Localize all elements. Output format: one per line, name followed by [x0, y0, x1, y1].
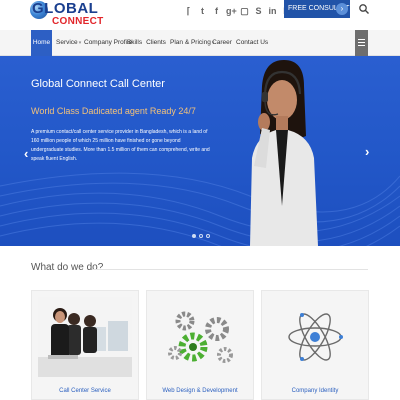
slider-prev-icon[interactable]: ‹: [24, 146, 28, 161]
gears-image: [153, 297, 247, 377]
hero-slider: Global Connect Call Center World Class D…: [0, 56, 400, 246]
google-plus-icon[interactable]: g+: [226, 5, 237, 18]
atom-image: [268, 297, 362, 377]
hero-description: A premium contact/call center service pr…: [31, 129, 210, 162]
logo-global-text: GLOBAL: [32, 0, 99, 17]
search-icon[interactable]: [358, 3, 370, 15]
chevron-down-icon: ▾: [78, 40, 82, 46]
facebook-icon[interactable]: f: [212, 5, 221, 18]
twitter-icon[interactable]: t: [198, 5, 207, 18]
arrow-right-icon: ›: [336, 3, 348, 15]
page: GLOBAL CONNECT ⌈ t f g+ ▢ S in B FREE CO…: [0, 0, 400, 400]
slider-dot[interactable]: [192, 234, 196, 238]
nav-item-company-profile[interactable]: Company Profile: [84, 30, 132, 56]
nav-item-contact-us[interactable]: Contact Us: [236, 30, 269, 56]
nav-item-label: Skills: [126, 39, 143, 46]
free-consultation-button[interactable]: FREE CONSULTATION ›: [284, 0, 362, 18]
slider-dot[interactable]: [206, 234, 210, 238]
service-card-company-identity[interactable]: Company Identity: [261, 290, 369, 400]
nav-item-career[interactable]: Career: [212, 30, 232, 56]
slider-dots: [192, 234, 210, 238]
nav-item-label: Contact Us: [236, 39, 269, 46]
nav-item-label: Career: [212, 39, 232, 46]
nav-item-plan-pricing[interactable]: Plan & Pricing▾: [170, 30, 214, 56]
service-card-web-design[interactable]: Web Design & Development: [146, 290, 254, 400]
card-label[interactable]: Company Identity: [262, 388, 368, 394]
rss-icon[interactable]: ⌈: [184, 5, 193, 18]
section-title: What do we do?: [31, 262, 104, 273]
skype-icon[interactable]: S: [254, 5, 263, 18]
logo-connect-text: CONNECT: [52, 16, 104, 27]
card-label[interactable]: Call Center Service: [32, 388, 138, 394]
instagram-icon[interactable]: ▢: [240, 5, 249, 18]
slider-next-icon[interactable]: ›: [365, 144, 369, 159]
nav-item-clients[interactable]: Clients: [146, 30, 166, 56]
hamburger-menu-icon[interactable]: [355, 30, 368, 56]
slider-dot[interactable]: [199, 234, 203, 238]
card-label[interactable]: Web Design & Development: [147, 388, 253, 394]
call-center-image: [38, 297, 132, 377]
hero-title: Global Connect Call Center: [31, 78, 165, 90]
nav-item-label: Service: [56, 39, 78, 46]
free-consultation-label: FREE CONSULTATION: [288, 5, 362, 12]
nav-item-label: Home: [32, 39, 51, 46]
main-nav: Home Service▾ Company Profile Skills Cli…: [0, 30, 400, 56]
nav-item-label: Clients: [146, 39, 166, 46]
nav-item-skills[interactable]: Skills: [126, 30, 143, 56]
hero-subtitle: World Class Dadicated agent Ready 24/7: [31, 106, 196, 116]
linkedin-icon[interactable]: in: [268, 5, 277, 18]
service-card-call-center[interactable]: Call Center Service: [31, 290, 139, 400]
nav-item-home[interactable]: Home: [31, 30, 52, 56]
call-center-agent-image: [250, 60, 318, 246]
site-header: GLOBAL CONNECT ⌈ t f g+ ▢ S in B FREE CO…: [0, 0, 400, 30]
nav-item-service[interactable]: Service▾: [56, 30, 82, 56]
social-links: ⌈ t f g+ ▢ S in B: [184, 5, 291, 19]
logo[interactable]: GLOBAL CONNECT: [30, 0, 103, 29]
nav-item-label: Plan & Pricing: [170, 39, 211, 46]
nav-item-label: Company Profile: [84, 39, 133, 46]
section-divider: [92, 269, 368, 270]
